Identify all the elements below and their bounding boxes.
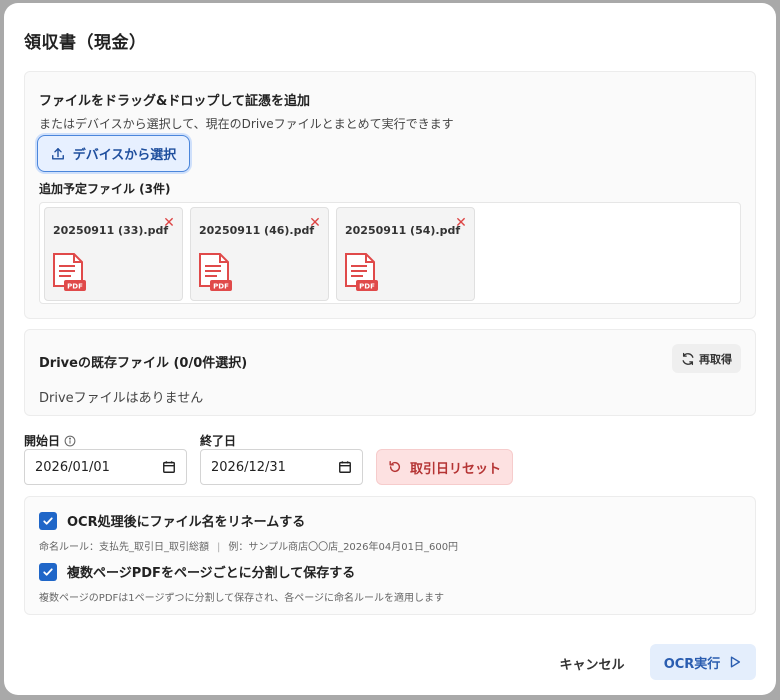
hint-separator: | <box>217 542 221 553</box>
upload-dropzone[interactable]: ファイルをドラッグ&ドロップして証憑を追加 またはデバイスから選択して、現在のD… <box>24 71 756 319</box>
remove-file-icon[interactable]: ✕ <box>308 216 322 230</box>
start-date-input[interactable]: 2026/01/01 <box>24 449 187 485</box>
refresh-icon <box>682 352 694 365</box>
file-name: 20250911 (46).pdf <box>199 224 315 237</box>
pdf-badge: PDF <box>67 283 83 291</box>
remove-file-icon[interactable]: ✕ <box>162 216 176 230</box>
pdf-file-icon: PDF <box>53 253 86 291</box>
rename-rule-text: 命名ルール：支払先_取引日_取引総額 <box>39 542 209 553</box>
end-date-input[interactable]: 2026/12/31 <box>200 449 363 485</box>
info-icon[interactable] <box>64 435 76 447</box>
start-date-value: 2026/01/01 <box>35 459 110 475</box>
calendar-icon[interactable] <box>162 460 176 474</box>
start-date-label-text: 開始日 <box>24 434 61 448</box>
check-icon <box>43 567 53 576</box>
split-checkbox[interactable] <box>39 562 57 581</box>
remove-file-icon[interactable]: ✕ <box>454 216 468 230</box>
file-name: 20250911 (33).pdf <box>53 224 169 237</box>
calendar-icon[interactable] <box>338 460 352 474</box>
rename-hint: 命名ルール：支払先_取引日_取引総額 | 例：サンプル商店〇〇店_2026年04月0… <box>39 538 458 553</box>
rename-example-text: 例：サンプル商店〇〇店_2026年04月01日_600円 <box>228 542 459 553</box>
planned-files-list: 20250911 (33).pdf ✕ PDF 20250911 (46).pd… <box>39 202 741 304</box>
play-icon <box>731 656 741 668</box>
run-ocr-button[interactable]: OCR実行 <box>650 644 756 680</box>
cancel-button[interactable]: キャンセル <box>548 649 636 677</box>
drive-empty-message: Driveファイルはありません <box>39 391 204 406</box>
run-ocr-label: OCR実行 <box>663 656 721 672</box>
upload-heading: ファイルをドラッグ&ドロップして証憑を追加 <box>39 94 310 109</box>
rename-option-label: OCR処理後にファイル名をリネームする <box>67 515 306 530</box>
split-hint: 複数ページのPDFは1ページずつに分割して保存され、各ページに命名ルールを適用し… <box>39 593 445 604</box>
pdf-file-icon: PDF <box>199 253 232 291</box>
planned-files-label: 追加予定ファイル (3件) <box>39 182 171 196</box>
select-from-device-label: デバイスから選択 <box>72 148 177 163</box>
split-option[interactable]: 複数ページPDFをページごとに分割して保存する <box>39 562 355 581</box>
file-card: 20250911 (46).pdf ✕ PDF <box>190 207 329 301</box>
file-card: 20250911 (54).pdf ✕ PDF <box>336 207 475 301</box>
end-date-label: 終了日 <box>200 432 236 449</box>
select-from-device-button[interactable]: デバイスから選択 <box>37 135 190 172</box>
ocr-options-panel: OCR処理後にファイル名をリネームする 命名ルール：支払先_取引日_取引総額 | 例… <box>24 496 756 615</box>
pdf-badge: PDF <box>359 283 375 291</box>
rename-option[interactable]: OCR処理後にファイル名をリネームする <box>39 511 305 530</box>
reset-transaction-date-label: 取引日リセット <box>409 461 501 477</box>
drive-files-panel: Driveの既存ファイル (0/0件選択) 再取得 Driveファイルはありませ… <box>24 329 756 416</box>
pdf-badge: PDF <box>213 283 229 291</box>
dialog-title: 領収書（現金） <box>24 33 147 53</box>
refresh-button[interactable]: 再取得 <box>672 344 741 373</box>
rename-checkbox[interactable] <box>39 511 57 530</box>
upload-subtext: またはデバイスから選択して、現在のDriveファイルとまとめて実行できます <box>39 117 454 131</box>
receipt-dialog: 領収書（現金） ファイルをドラッグ&ドロップして証憑を追加 またはデバイスから選… <box>4 3 776 695</box>
end-date-label-text: 終了日 <box>200 434 237 448</box>
upload-icon <box>51 147 64 160</box>
drive-files-heading: Driveの既存ファイル (0/0件選択) <box>39 356 248 371</box>
end-date-value: 2026/12/31 <box>211 459 286 475</box>
pdf-file-icon: PDF <box>345 253 378 291</box>
check-icon <box>43 516 53 525</box>
start-date-label: 開始日 <box>24 432 76 449</box>
file-name: 20250911 (54).pdf <box>345 224 461 237</box>
refresh-label: 再取得 <box>699 352 732 366</box>
split-option-label: 複数ページPDFをページごとに分割して保存する <box>67 566 356 581</box>
file-card: 20250911 (33).pdf ✕ PDF <box>44 207 183 301</box>
reset-transaction-date-button[interactable]: 取引日リセット <box>376 449 513 485</box>
undo-icon <box>389 461 401 473</box>
